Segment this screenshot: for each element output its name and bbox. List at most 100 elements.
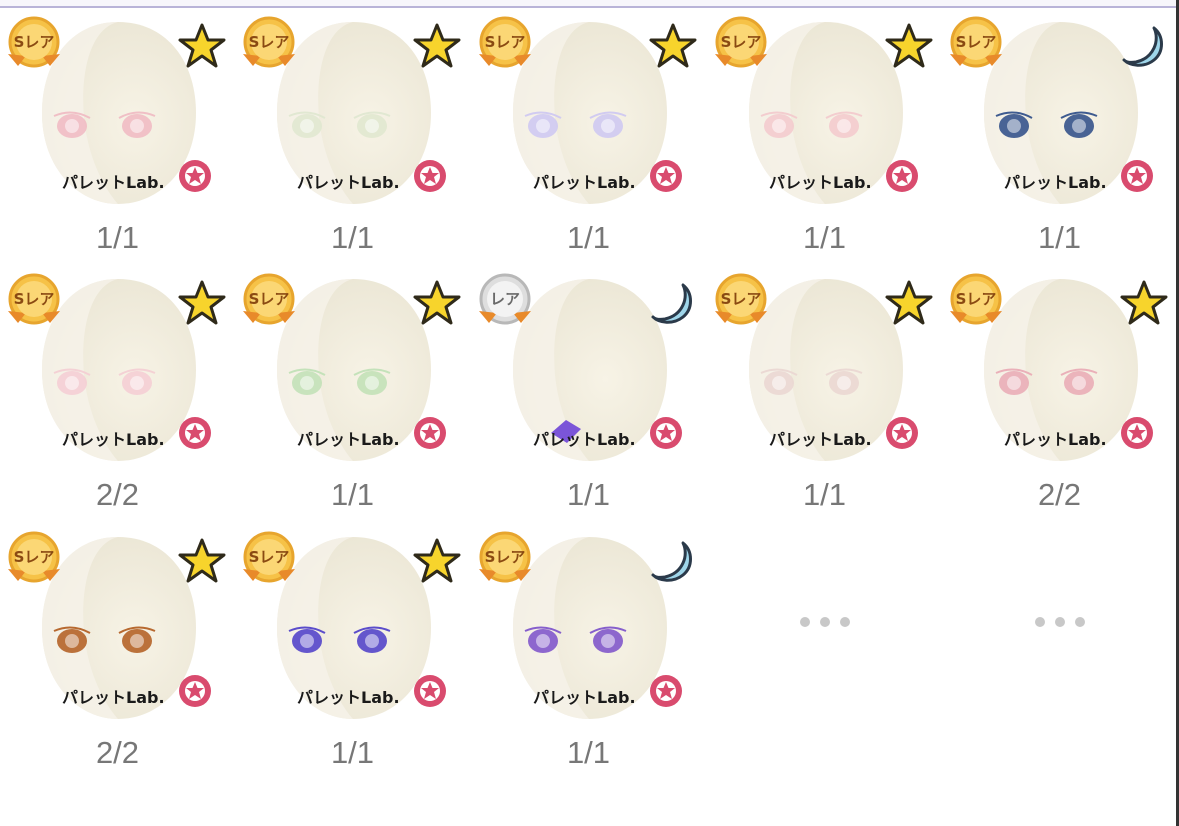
rarity-badge: Sレア [237,273,301,327]
item-card[interactable]: Sレア パレットLab. 1/1 [0,8,235,265]
item-card[interactable]: SレアパレットLab. 1/1 [471,523,706,780]
rarity-badge: Sレア [709,273,773,327]
item-card[interactable]: Sレア パレットLab. 1/1 [707,8,942,265]
brand-row: パレットLab. [942,158,1177,198]
brand-label: パレットLab. [297,688,400,707]
item-card[interactable]: SレアパレットLab. 2/2 [942,265,1177,522]
item-count: 1/1 [566,220,611,255]
rarity-badge: Sレア [473,531,537,585]
item-card[interactable]: SレアパレットLab. 1/1 [235,265,470,522]
favorite-icon[interactable] [1119,415,1155,451]
brand-row: パレットLab. [942,415,1177,455]
item-count: 1/1 [1037,220,1082,255]
brand-label: パレットLab. [769,430,872,449]
brand-label: パレットLab. [62,430,165,449]
brand-label: パレットLab. [62,688,165,707]
item-card[interactable]: SレアパレットLab. 1/1 [942,8,1177,265]
item-count: 1/1 [566,735,611,770]
brand-label: パレットLab. [62,173,165,192]
rarity-label: Sレア [248,548,290,566]
brand-row: パレットLab. [235,158,470,198]
item-card[interactable]: SレアパレットLab. 1/1 [707,265,942,522]
rarity-label: Sレア [955,290,997,308]
rarity-badge: Sレア [237,16,301,70]
star-icon [649,22,697,70]
rarity-label: レア [489,290,520,308]
rarity-badge: Sレア [709,16,773,70]
rarity-badge: レア [473,273,537,327]
item-count: 1/1 [330,735,375,770]
rarity-label: Sレア [955,33,997,51]
brand-row: パレットLab. [707,415,942,455]
favorite-icon[interactable] [177,158,213,194]
rarity-label: Sレア [248,33,290,51]
favorite-icon[interactable] [884,158,920,194]
item-card[interactable]: SレアパレットLab. 1/1 [471,8,706,265]
brand-row: パレットLab. [471,673,706,713]
brand-label: パレットLab. [769,173,872,192]
moon-icon [649,537,697,585]
favorite-icon[interactable] [884,415,920,451]
brand-row: パレットLab. [235,673,470,713]
brand-row: パレットLab. [471,415,706,455]
item-count: 1/1 [802,477,847,512]
brand-row: パレットLab. [235,415,470,455]
rarity-badge: Sレア [944,16,1008,70]
star-icon [178,537,226,585]
star-icon [413,279,461,327]
favorite-icon[interactable] [177,673,213,709]
item-card[interactable]: SレアパレットLab. 1/1 [235,523,470,780]
rarity-badge: Sレア [944,273,1008,327]
item-card[interactable]: SレアパレットLab. 2/2 [0,265,235,522]
rarity-badge: Sレア [2,16,66,70]
rarity-badge: Sレア [2,273,66,327]
favorite-icon[interactable] [648,673,684,709]
rarity-badge: Sレア [237,531,301,585]
item-count: 2/2 [1037,477,1082,512]
star-icon [178,22,226,70]
item-count: 1/1 [566,477,611,512]
brand-label: パレットLab. [533,173,636,192]
rarity-badge: Sレア [473,16,537,70]
brand-label: パレットLab. [1004,430,1107,449]
favorite-icon[interactable] [648,415,684,451]
brand-label: パレットLab. [533,688,636,707]
rarity-badge: Sレア [2,531,66,585]
rarity-label: Sレア [13,33,55,51]
rarity-label: Sレア [13,548,55,566]
item-count: 1/1 [330,477,375,512]
item-card[interactable]: SレアパレットLab. 1/1 [235,8,470,265]
brand-row: パレットLab. [0,415,235,455]
brand-row: パレットLab. [0,673,235,713]
loading-placeholder [942,612,1177,631]
rarity-label: Sレア [484,33,526,51]
top-bar [0,0,1179,8]
star-icon [413,537,461,585]
brand-label: パレットLab. [533,430,636,449]
brand-row: パレットLab. [707,158,942,198]
star-icon [885,22,933,70]
rarity-label: Sレア [720,33,762,51]
item-card[interactable]: レアパレットLab. 1/1 [471,265,706,522]
brand-label: パレットLab. [1004,173,1107,192]
item-count: 2/2 [95,735,140,770]
star-icon [413,22,461,70]
favorite-icon[interactable] [1119,158,1155,194]
item-count: 2/2 [95,477,140,512]
favorite-icon[interactable] [412,158,448,194]
loading-placeholder [707,612,942,631]
favorite-icon[interactable] [648,158,684,194]
favorite-icon[interactable] [412,673,448,709]
rarity-label: Sレア [248,290,290,308]
favorite-icon[interactable] [412,415,448,451]
star-icon [885,279,933,327]
rarity-label: Sレア [13,290,55,308]
favorite-icon[interactable] [177,415,213,451]
rarity-label: Sレア [720,290,762,308]
moon-icon [649,279,697,327]
item-count: 1/1 [330,220,375,255]
star-icon [178,279,226,327]
brand-row: パレットLab. [471,158,706,198]
item-card[interactable]: SレアパレットLab. 2/2 [0,523,235,780]
brand-label: パレットLab. [297,173,400,192]
